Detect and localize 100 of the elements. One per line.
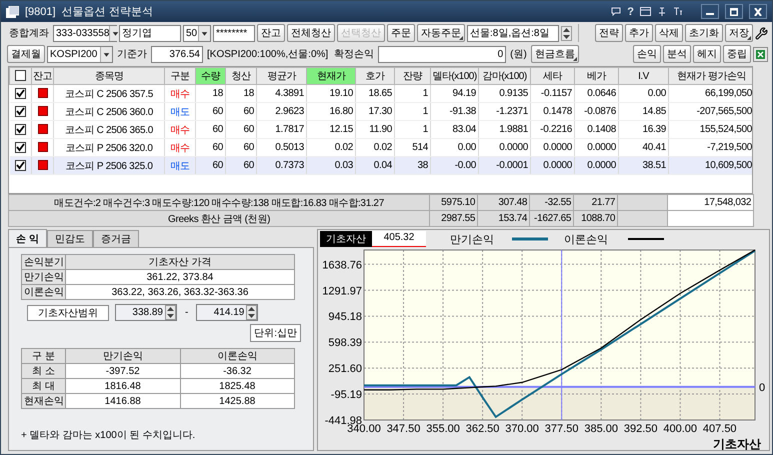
toolbar-button[interactable]: 주문 bbox=[387, 24, 415, 42]
row-checkbox[interactable] bbox=[14, 88, 26, 99]
column-header: 평균가 bbox=[256, 68, 306, 84]
axis-tick-label: 1291.97 bbox=[322, 285, 362, 298]
table-cell: 매도 bbox=[164, 156, 196, 174]
toolbar-button[interactable]: 추가 bbox=[625, 24, 653, 42]
chat-icon[interactable] bbox=[611, 7, 622, 16]
axis-tick-label: 407.50 bbox=[702, 423, 737, 435]
spinner-icon[interactable] bbox=[561, 26, 572, 40]
toolbar-button[interactable]: 손익 bbox=[633, 45, 661, 63]
footnote: + 델타와 감마는 x100이 된 수치입니다. bbox=[21, 429, 196, 442]
days-field[interactable]: 선물:8일,옵션:8일 bbox=[467, 24, 559, 42]
column-header: 수량 bbox=[196, 68, 226, 84]
table-row[interactable]: 코스피 C 2506 357.5 매수 18 18 4.3891 19.10 18.65 1 94.19 0.9135 -0.1157 0.0646 0.00 66,199,050 bbox=[10, 84, 752, 102]
excel-icon[interactable] bbox=[753, 46, 768, 62]
tab[interactable]: 증거금 bbox=[92, 230, 139, 247]
table-row[interactable]: 코스피 C 2506 360.0 매도 60 60 2.9623 16.80 17.30 1 -91.38 -1.2371 0.1478 -0.0876 14.85 -207,565,500 bbox=[10, 102, 752, 120]
table-cell: 0.7373 bbox=[256, 156, 306, 174]
tab[interactable]: 민감도 bbox=[46, 230, 93, 247]
range-to-field[interactable]: 414.19 bbox=[196, 304, 258, 321]
maximize-button[interactable] bbox=[725, 4, 743, 19]
column-header: 만기손익 bbox=[66, 348, 180, 364]
row-checkbox[interactable] bbox=[14, 124, 26, 135]
summary-cell: 2987.55 bbox=[430, 210, 478, 226]
base-price-field[interactable]: 376.54 bbox=[151, 46, 203, 62]
table-cell: 363.22, 363.26, 363.32-363.36 bbox=[66, 284, 294, 300]
axis-tick-label: 385.00 bbox=[584, 423, 618, 435]
column-header: 청산 bbox=[226, 68, 256, 84]
balance-icon bbox=[38, 124, 48, 134]
column-header: 세타 bbox=[530, 68, 574, 84]
table-cell: 10,609,500 bbox=[668, 156, 752, 174]
column-header: 델타(x100) bbox=[430, 68, 478, 84]
toolbar-button[interactable]: 헤지 bbox=[693, 45, 721, 63]
summary-cell: -32.55 bbox=[530, 194, 574, 210]
close-button[interactable] bbox=[749, 4, 767, 19]
password-field[interactable]: ******** bbox=[213, 24, 255, 42]
header-checkbox[interactable] bbox=[15, 70, 26, 82]
toolbar-button[interactable]: 저장 bbox=[725, 24, 753, 42]
summary-text: 매도건수:2 매수건수:3 매도수량:120 매수수량:138 매도합:16.83 매수합:31.27 bbox=[8, 194, 430, 210]
toolbar-button[interactable]: 초기화 bbox=[685, 24, 723, 42]
table-cell: 361.22, 373.84 bbox=[66, 270, 294, 284]
axis-title: 기초자산 bbox=[713, 437, 761, 451]
table-row[interactable]: 코스피 P 2506 320.0 매수 60 60 0.5013 0.02 0.02 514 0.00 0.0000 0.0000 0.0000 40.41 -7,219,500 bbox=[10, 138, 752, 156]
month-button[interactable]: 결제월 bbox=[7, 45, 45, 63]
spinner-icon[interactable] bbox=[165, 305, 176, 320]
toolbar-button[interactable]: 자동주문 bbox=[417, 24, 465, 42]
maximize-icon bbox=[729, 8, 739, 16]
toolbar-button[interactable]: 전체청산 bbox=[287, 24, 335, 42]
axis-tick-label: 945.18 bbox=[328, 311, 362, 324]
help-button[interactable]: ? bbox=[627, 6, 634, 18]
column-header: 호가 bbox=[356, 68, 394, 84]
window-title: [9801] 선물옵션 전략분석 bbox=[25, 5, 153, 19]
axis-tick-label: 347.50 bbox=[386, 423, 420, 435]
window-icon[interactable] bbox=[640, 7, 651, 16]
column-header: 감마(x100) bbox=[478, 68, 530, 84]
axis-tick-label: 355.00 bbox=[426, 423, 460, 435]
column-header: 기초자산 가격 bbox=[66, 254, 294, 270]
axis-tick-label: 598.39 bbox=[328, 337, 362, 350]
table-cell: 0.0000 bbox=[530, 156, 574, 174]
toolbar-button[interactable]: 중립 bbox=[723, 45, 751, 63]
base-price-label: 기준가 bbox=[116, 48, 148, 61]
column-header: 구 분 bbox=[22, 348, 66, 364]
toolbar-button[interactable]: 전략 bbox=[595, 24, 623, 42]
toolbar-button[interactable]: 잔고 bbox=[257, 24, 285, 42]
close-icon bbox=[753, 8, 763, 16]
row-checkbox[interactable] bbox=[14, 106, 26, 117]
axis-tick-label: -95.19 bbox=[330, 389, 362, 402]
row-checkbox[interactable] bbox=[14, 160, 26, 171]
cashflow-button[interactable]: 현금흐름 bbox=[530, 45, 579, 63]
legend-swatch bbox=[512, 238, 548, 240]
font-icon[interactable] bbox=[673, 7, 683, 16]
range-separator: - bbox=[184, 307, 190, 318]
underlying-dropdown[interactable]: KOSPI200 bbox=[47, 46, 113, 62]
currency-label: (원) bbox=[509, 48, 528, 61]
row-header: 최 소 bbox=[22, 364, 66, 378]
axis-tick-label: 340.00 bbox=[347, 423, 381, 435]
app-icon bbox=[6, 6, 19, 18]
toolbar-button[interactable]: 삭제 bbox=[655, 24, 683, 42]
minimize-button[interactable] bbox=[701, 4, 719, 19]
account-label: 종합계좌 bbox=[8, 27, 50, 40]
table-cell: -0.00 bbox=[430, 156, 478, 174]
realized-field[interactable]: 0 bbox=[378, 46, 506, 62]
summary-cell: 5975.10 bbox=[430, 194, 478, 210]
balance-icon bbox=[38, 142, 48, 152]
count-dropdown[interactable]: 50 bbox=[183, 24, 211, 42]
toolbar-button[interactable]: 분석 bbox=[663, 45, 691, 63]
pin-icon[interactable] bbox=[657, 6, 667, 16]
row-checkbox[interactable] bbox=[14, 142, 26, 153]
range-from-field[interactable]: 338.89 bbox=[115, 304, 177, 321]
tab[interactable]: 손 익 bbox=[8, 229, 47, 247]
axis-tick-label: 370.00 bbox=[505, 423, 539, 435]
table-row[interactable]: 코스피 P 2506 325.0 매도 60 60 0.7373 0.03 0.04 38 -0.00 -0.0001 0.0000 0.0000 38.51 10,609,500 bbox=[10, 156, 752, 174]
name-field[interactable]: 정기엽 bbox=[119, 24, 181, 42]
spinner-icon[interactable] bbox=[246, 305, 258, 320]
row-header: 이론손익 bbox=[22, 284, 66, 300]
wrench-icon[interactable] bbox=[755, 26, 768, 40]
table-cell: -0.0001 bbox=[478, 156, 530, 174]
account-dropdown[interactable]: 333-033558 bbox=[53, 24, 117, 42]
table-row[interactable]: 코스피 C 2506 365.0 매수 60 60 1.7817 12.15 11.90 1 83.04 1.9881 -0.2216 0.1408 16.39 155,524,500 bbox=[10, 120, 752, 138]
axis-tick-label: 251.60 bbox=[328, 363, 362, 376]
